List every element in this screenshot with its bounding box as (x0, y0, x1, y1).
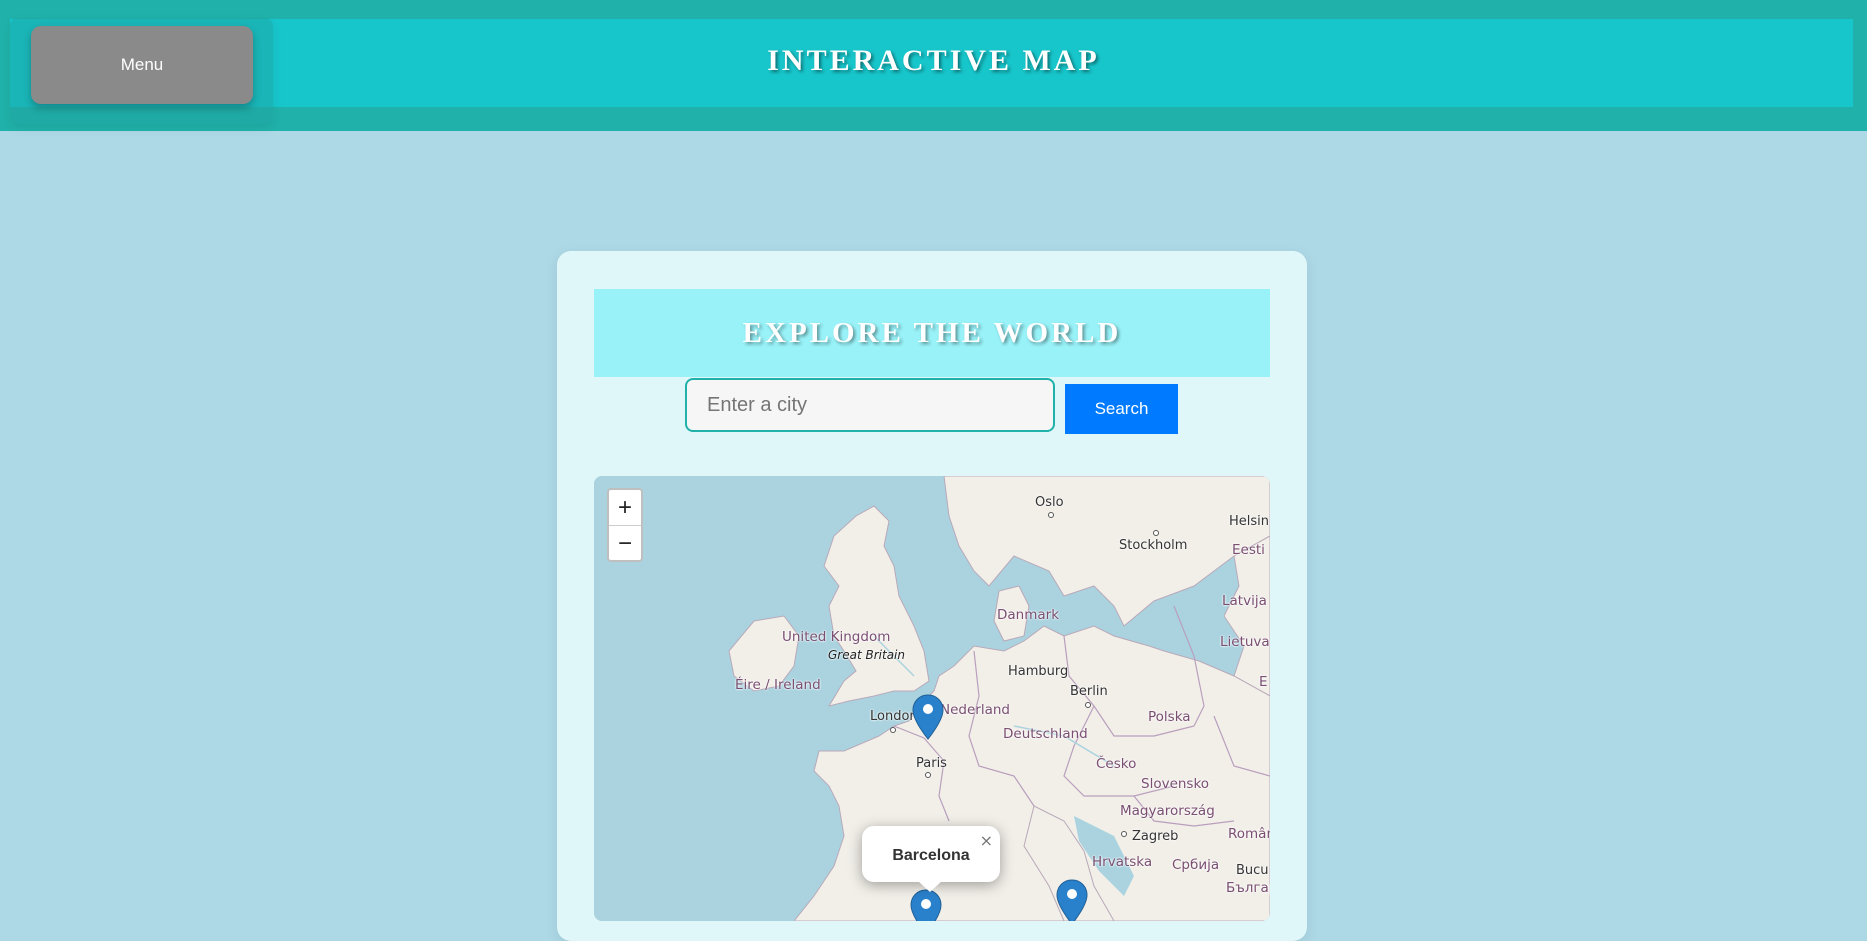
city-dot (1048, 512, 1054, 518)
city-dot (1153, 530, 1159, 536)
map-label-srbija: Србија (1172, 857, 1220, 873)
map-label-eesti: Eesti (1232, 542, 1265, 558)
city-dot (1121, 831, 1127, 837)
city-dot (890, 727, 896, 733)
map-label-london: London (870, 709, 918, 724)
map-marker-paris[interactable] (912, 694, 944, 740)
map-label-nederland: Nederland (940, 702, 1010, 718)
map-label-hamburg: Hamburg (1008, 664, 1069, 679)
top-bar: Menu INTERACTIVE MAP (0, 0, 1867, 131)
popup-close-icon[interactable]: × (980, 831, 993, 850)
map-label-romania: Româniа (1228, 826, 1270, 842)
map-label-lietuva: Lietuva (1220, 634, 1270, 650)
map-label-slovensko: Slovensko (1141, 776, 1210, 792)
map-label-oslo: Oslo (1035, 495, 1064, 510)
map-label-eire: Éire / Ireland (735, 677, 821, 693)
map-view[interactable]: + − Oslo Stockholm Helsin Eesti Latvija … (594, 476, 1270, 921)
city-dot (925, 772, 931, 778)
card-title: EXPLORE THE WORLD (742, 316, 1122, 349)
map-label-berlin: Berlin (1070, 684, 1108, 699)
map-card: EXPLORE THE WORLD Search (557, 251, 1307, 941)
city-dot (1085, 702, 1091, 708)
map-marker-barcelona[interactable] (910, 889, 942, 921)
map-label-magyarorszag: Magyarország (1120, 803, 1215, 819)
zoom-in-button[interactable]: + (609, 490, 641, 526)
map-label-united-kingdom: United Kingdom (782, 629, 891, 645)
map-marker-rome[interactable] (1056, 879, 1088, 921)
popup-text: Barcelona (892, 847, 970, 864)
map-label-bulgaria: Българ (1226, 880, 1270, 896)
map-label-hrvatska: Hrvatska (1092, 854, 1153, 870)
map-label-polska: Polska (1148, 709, 1191, 725)
map-label-zagreb: Zagreb (1132, 829, 1179, 844)
card-header: EXPLORE THE WORLD (594, 289, 1270, 377)
map-label-deutschland: Deutschland (1003, 726, 1088, 742)
map-label-cesko: Česko (1096, 756, 1137, 772)
city-search-input[interactable] (685, 378, 1055, 432)
marker-popup: Barcelona × (862, 826, 1000, 892)
map-label-danmark: Danmark (997, 607, 1060, 623)
zoom-out-button[interactable]: − (609, 526, 641, 560)
map-label-latvija: Latvija (1222, 593, 1267, 609)
popup-tip (918, 881, 942, 892)
map-label-e: E (1259, 674, 1268, 690)
map-label-stockholm: Stockholm (1119, 538, 1188, 553)
map-label-helsinki: Helsin (1229, 514, 1270, 529)
map-label-great-britain: Great Britain (828, 648, 905, 662)
zoom-control: + − (607, 488, 643, 562)
map-label-bucuresti: Bucu (1236, 863, 1269, 878)
map-label-paris: Paris (916, 756, 947, 771)
app-title: INTERACTIVE MAP (767, 44, 1100, 77)
search-button[interactable]: Search (1065, 384, 1178, 434)
